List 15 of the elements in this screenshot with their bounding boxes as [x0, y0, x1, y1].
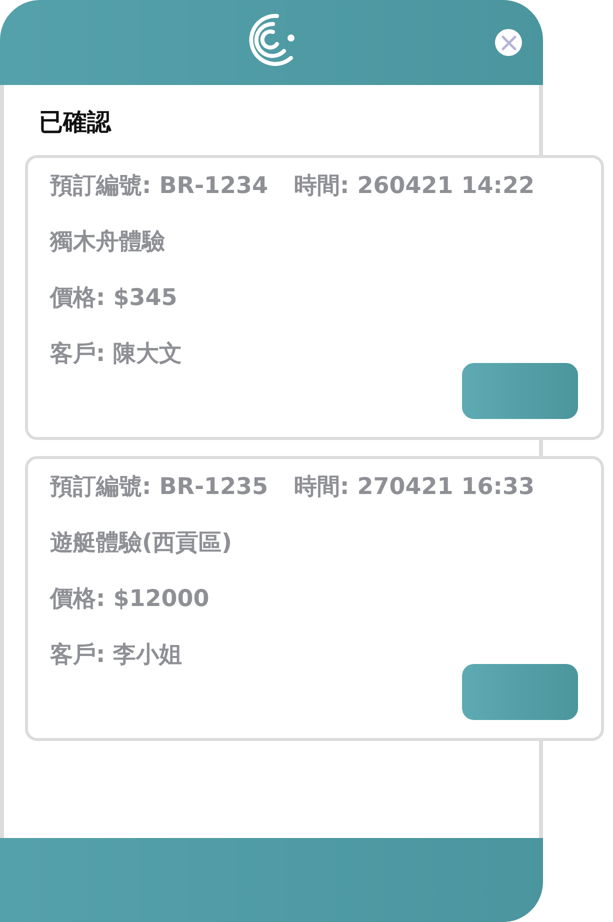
close-icon	[500, 34, 516, 50]
close-button[interactable]	[495, 29, 522, 56]
price: 價格: $12000	[50, 585, 210, 614]
booking-time: 時間: 270421 16:33	[294, 473, 534, 502]
booking-number: 預訂編號: BR-1235	[50, 473, 268, 502]
activity-name: 遊艇體驗(西貢區)	[50, 529, 232, 558]
action-button[interactable]	[462, 363, 578, 419]
section-title: 已確認	[39, 107, 112, 138]
price: 價格: $345	[50, 284, 178, 313]
booking-number: 預訂編號: BR-1234	[50, 172, 268, 201]
activity-name: 獨木舟體驗	[50, 228, 165, 257]
customer-name: 客戶: 陳大文	[50, 340, 182, 369]
action-button[interactable]	[462, 664, 578, 720]
customer-name: 客戶: 李小姐	[50, 641, 182, 670]
booking-time: 時間: 260421 14:22	[294, 172, 534, 201]
